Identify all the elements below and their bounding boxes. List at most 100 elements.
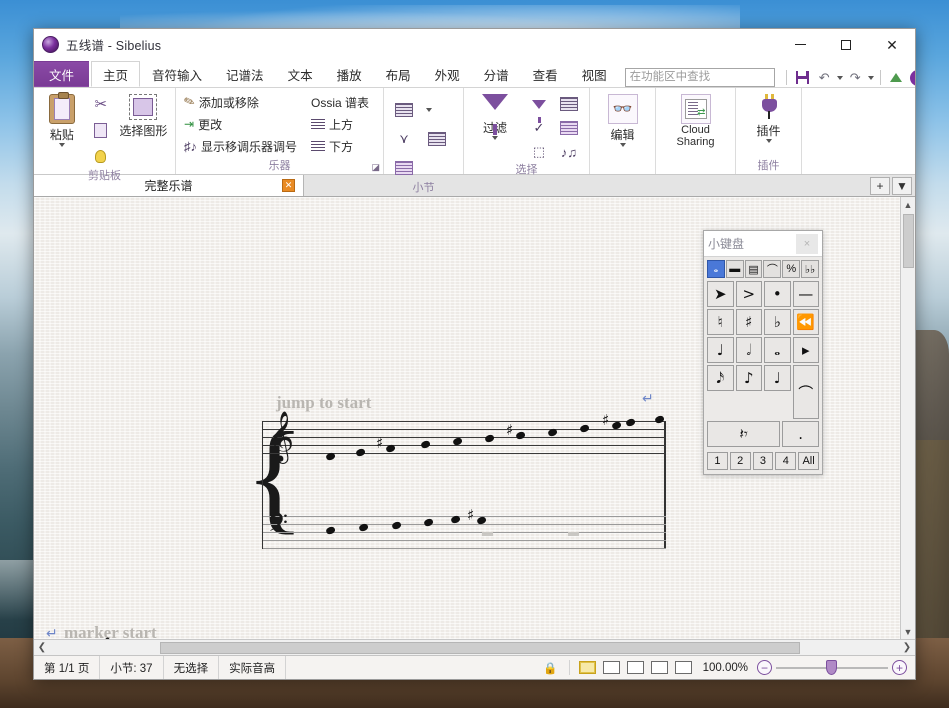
ossia-above-button[interactable]: 上方: [308, 113, 372, 135]
ribbon-tab-view[interactable]: 视图: [570, 61, 619, 87]
select-bars-button[interactable]: [554, 115, 584, 141]
ribbon-tab-notations[interactable]: 记谱法: [214, 61, 276, 87]
keypad-key-eighth-note-2[interactable]: ♩: [764, 365, 791, 391]
scroll-right-icon[interactable]: ❯: [899, 640, 915, 655]
keypad-tab-1[interactable]: 𝅝: [707, 260, 725, 278]
keypad-key-sixteenth-note[interactable]: 𝅘𝅥𝅯: [707, 365, 734, 391]
select-notes-button[interactable]: ♪♫: [554, 139, 584, 165]
add-bar-button[interactable]: [389, 97, 419, 123]
treble-notehead-2[interactable]: [355, 447, 366, 457]
scroll-left-icon[interactable]: ❮: [34, 640, 50, 655]
keypad-key-accent[interactable]: >: [735, 281, 762, 307]
keypad-tab-2[interactable]: ▬: [725, 260, 744, 278]
ribbon-tab-note-input[interactable]: 音符输入: [140, 61, 214, 87]
minimize-button[interactable]: [777, 29, 823, 61]
hint-button[interactable]: [88, 143, 114, 169]
scroll-up-icon[interactable]: ▲: [901, 197, 916, 212]
keypad-key-whole-note[interactable]: 𝅝: [764, 337, 791, 363]
close-button[interactable]: ✕: [869, 29, 915, 61]
keypad-key-staccato[interactable]: •: [764, 281, 791, 307]
ribbon-tab-home[interactable]: 主页: [91, 61, 141, 87]
keypad-tab-4[interactable]: ⌒: [763, 260, 782, 278]
chevron-down-icon[interactable]: [58, 143, 65, 147]
keypad-key-rewind[interactable]: ⏪: [792, 309, 819, 335]
search-input[interactable]: 在功能区中查找: [624, 68, 775, 87]
zoom-slider-track[interactable]: [776, 659, 888, 675]
filter-button[interactable]: 过滤: [469, 91, 521, 140]
treble-sharp-3[interactable]: ♯: [376, 436, 383, 451]
copy-button[interactable]: [88, 117, 114, 143]
cut-button[interactable]: ✂: [88, 91, 114, 117]
score-canvas[interactable]: jump to start ↵ { 𝄞 𝄢 ♯ ♯ ♯ ♯ ↵ marker star…: [34, 197, 915, 639]
vertical-scroll-thumb[interactable]: [902, 214, 914, 268]
select-graphics-button[interactable]: ⬚: [524, 139, 554, 165]
keypad-key-rest[interactable]: 𝄽𝄾: [707, 421, 781, 447]
show-transposing-key-button[interactable]: ♯♪ 显示移调乐器调号: [181, 135, 300, 157]
keypad-key-natural[interactable]: ♮: [707, 309, 734, 335]
ribbon-tab-text[interactable]: 文本: [276, 61, 325, 87]
ossia-below-button[interactable]: 下方: [308, 135, 372, 157]
keypad-tab-5[interactable]: %: [782, 260, 801, 278]
keypad-num-1[interactable]: 1: [707, 452, 728, 470]
ribbon-tab-appearance[interactable]: 外观: [423, 61, 472, 87]
change-instrument-button[interactable]: ⇥ 更改: [181, 113, 300, 135]
treble-sharp-7[interactable]: ♯: [506, 423, 513, 438]
help-button[interactable]: ?: [909, 68, 915, 87]
new-tab-button[interactable]: +: [870, 176, 890, 195]
keypad-key-eighth-note[interactable]: ♪: [735, 365, 762, 391]
zoom-in-button[interactable]: +: [892, 660, 907, 675]
treble-sharp-10[interactable]: ♯: [602, 413, 609, 428]
zoom-slider-thumb[interactable]: [826, 659, 837, 675]
keypad-close-icon[interactable]: ×: [796, 233, 818, 254]
keypad-key-quarter-note[interactable]: ♩: [707, 337, 734, 363]
keypad-num-all[interactable]: All: [798, 452, 819, 470]
undo-dropdown-icon[interactable]: [836, 75, 843, 80]
keypad-key-flat[interactable]: ♭: [764, 309, 791, 335]
bar-properties-button[interactable]: [389, 155, 419, 181]
chevron-down-icon[interactable]: [619, 143, 626, 147]
ribbon-tab-layout[interactable]: 布局: [374, 61, 423, 87]
ribbon-tab-play[interactable]: 播放: [325, 61, 374, 87]
zoom-out-button[interactable]: −: [757, 660, 772, 675]
bass-sharp-6[interactable]: ♯: [467, 508, 474, 523]
ribbon-tab-review[interactable]: 查看: [521, 61, 570, 87]
keypad-num-3[interactable]: 3: [752, 452, 774, 470]
scroll-down-icon[interactable]: ▼: [901, 624, 916, 639]
keypad-key-half-note[interactable]: 𝅗𝅥: [735, 337, 762, 363]
vertical-scrollbar[interactable]: ▲ ▼: [900, 197, 915, 639]
keypad-tab-6[interactable]: ♭♭: [801, 260, 819, 278]
ossia-staff-button[interactable]: Ossia 谱表: [308, 91, 372, 113]
keypad-key-cursor[interactable]: ➤: [707, 281, 734, 307]
keypad-key-sharp[interactable]: ♯: [735, 309, 762, 335]
plugins-button[interactable]: 插件: [744, 91, 794, 143]
redo-dropdown-icon[interactable]: [867, 75, 874, 80]
lock-icon[interactable]: 🔒: [541, 659, 561, 677]
keypad-tab-3[interactable]: ▤: [744, 260, 763, 278]
chevron-down-icon[interactable]: [492, 136, 498, 140]
page-pairs-icon[interactable]: [650, 659, 670, 677]
cloud-sharing-button[interactable]: Cloud Sharing: [661, 91, 730, 148]
paste-button[interactable]: 粘贴: [39, 91, 85, 147]
keypad-key-tenuto[interactable]: —: [792, 281, 819, 307]
spread-view-icon[interactable]: [602, 659, 622, 677]
keypad-num-4[interactable]: 4: [775, 452, 797, 470]
horizontal-scroll-track[interactable]: [50, 641, 899, 655]
select-all-button[interactable]: [554, 91, 584, 117]
add-remove-instrument-button[interactable]: ✎ 添加或移除: [181, 91, 300, 113]
ribbon-tab-parts[interactable]: 分谱: [472, 61, 521, 87]
save-button[interactable]: [793, 68, 812, 87]
treble-notehead-1[interactable]: [325, 451, 336, 461]
select-graphic-button[interactable]: 选择图形: [117, 91, 170, 139]
keypad-key-dot[interactable]: .: [782, 421, 819, 447]
instruments-dialog-launcher[interactable]: ◪: [371, 162, 380, 173]
horizontal-scrollbar[interactable]: ❮ ❯: [34, 639, 915, 655]
split-bar-button[interactable]: ⋎: [389, 126, 419, 152]
delete-bar-button[interactable]: [422, 126, 452, 152]
ribbon-tab-file[interactable]: 文件: [34, 61, 90, 87]
status-pitch[interactable]: 实际音高: [219, 655, 287, 679]
undo-button[interactable]: ↶: [815, 68, 834, 87]
keypad-panel[interactable]: 小键盘 × 𝅝 ▬ ▤ ⌒ % ♭♭ ➤ > • — ♮ ♯ ♭ ⏪ ♩ 𝅗𝅥 …: [703, 230, 823, 475]
document-tab-close-icon[interactable]: ✕: [282, 179, 295, 192]
single-page-icon[interactable]: [626, 659, 646, 677]
add-bar-dropdown[interactable]: [422, 97, 436, 123]
